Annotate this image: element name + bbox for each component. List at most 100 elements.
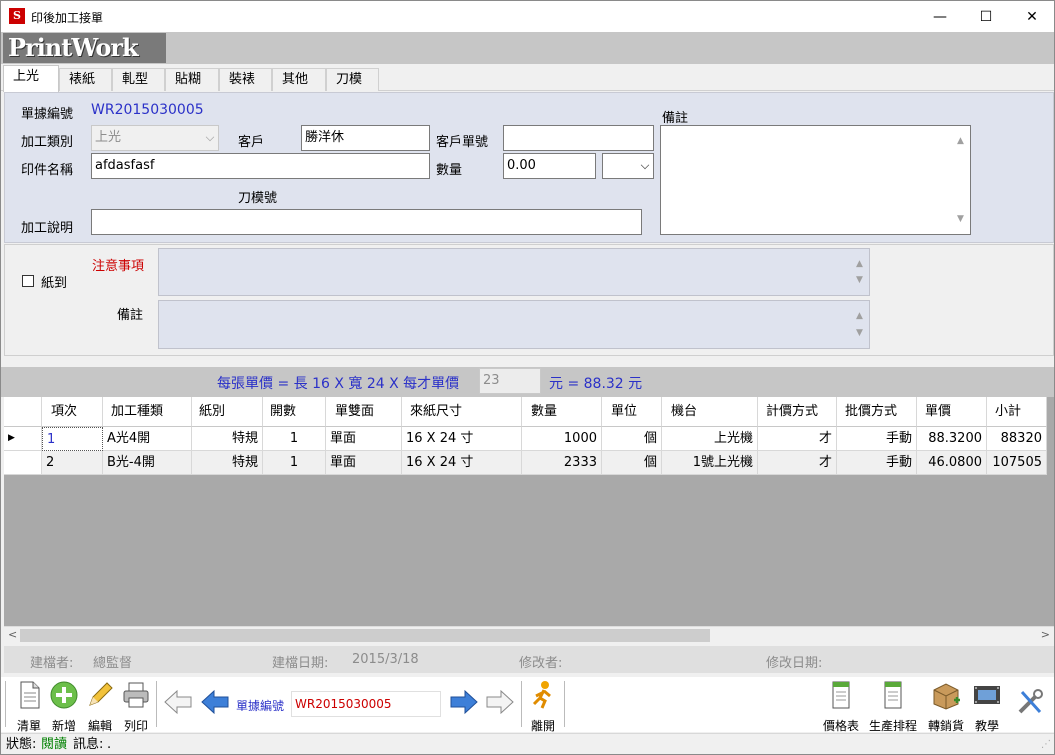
quantity-field[interactable]: 0.00	[503, 153, 596, 179]
customer-field[interactable]: 勝洋休	[301, 125, 430, 151]
grid-cell[interactable]: 個	[602, 451, 662, 475]
grid-cell[interactable]: 特規	[192, 451, 263, 475]
toolbar-separator	[564, 681, 566, 727]
grid-cell[interactable]: 2	[42, 451, 103, 475]
to-sales-label: 轉銷貨	[927, 719, 964, 733]
grid-cell[interactable]: 上光機	[662, 427, 758, 451]
scrollbar-thumb[interactable]	[20, 629, 710, 642]
tab-die-cut[interactable]: 軋型	[112, 68, 165, 91]
customer-label: 客戶	[238, 135, 265, 150]
doc-no-label: 單據編號	[21, 107, 74, 122]
first-record-button[interactable]	[161, 679, 195, 731]
column-header[interactable]: 機台	[662, 397, 758, 427]
process-type-select[interactable]: 上光	[91, 125, 219, 151]
column-header[interactable]: 計價方式	[758, 397, 837, 427]
column-header[interactable]: 單價	[917, 397, 987, 427]
tab-other[interactable]: 其他	[272, 68, 326, 91]
column-header[interactable]: 紙別	[192, 397, 263, 427]
remark-scrollbar[interactable]: ▲ ▼	[953, 126, 970, 234]
exit-button[interactable]: 離開	[525, 679, 561, 733]
grid-horizontal-scrollbar[interactable]: < >	[4, 626, 1054, 643]
scroll-down-icon: ▼	[957, 214, 964, 224]
column-header[interactable]: 來紙尺寸	[402, 397, 522, 427]
column-header[interactable]: 加工種類	[103, 397, 192, 427]
tab-die-mold[interactable]: 刀模	[326, 68, 379, 91]
column-header[interactable]: 數量	[522, 397, 602, 427]
window-title: 印後加工接單	[31, 11, 104, 25]
paper-arrived-checkbox[interactable]	[22, 275, 34, 287]
edit-button[interactable]: 編輯	[82, 679, 118, 733]
grid-cell[interactable]: 特規	[192, 427, 263, 451]
grid-header: 項次 加工種類 紙別 開數 單雙面 來紙尺寸 數量 單位 機台 計價方式 批價方…	[4, 397, 1047, 427]
to-sales-button[interactable]: 轉銷貨	[924, 679, 968, 733]
column-header[interactable]: 小計	[987, 397, 1047, 427]
previous-record-button[interactable]	[198, 679, 232, 731]
row-pointer-icon: ▶	[4, 427, 42, 451]
grid-cell[interactable]: 1號上光機	[662, 451, 758, 475]
scroll-down-icon: ▼	[856, 275, 863, 285]
column-header[interactable]: 項次	[42, 397, 103, 427]
customer-order-field[interactable]	[503, 125, 654, 151]
grid-cell[interactable]: 2333	[522, 451, 602, 475]
grid-cell[interactable]: 才	[758, 427, 837, 451]
schedule-button[interactable]: 生產排程	[866, 679, 920, 733]
price-sheet-icon	[832, 681, 850, 709]
grid-cell[interactable]: B光-4開	[103, 451, 192, 475]
print-button[interactable]: 列印	[118, 679, 154, 733]
grid-cell[interactable]: 1	[263, 427, 326, 451]
grid-cell[interactable]: 88320	[987, 427, 1047, 451]
column-header[interactable]: 開數	[263, 397, 326, 427]
grid-cell[interactable]: 107505	[987, 451, 1047, 475]
column-header[interactable]: 單位	[602, 397, 662, 427]
minimize-button[interactable]: —	[917, 1, 963, 32]
table-row[interactable]: ▶ 1 A光4開 特規 1 單面 16 X 24 寸 1000 個 上光機 才 …	[4, 427, 1047, 451]
price-table-button[interactable]: 價格表	[819, 679, 863, 733]
tab-gluing[interactable]: 貼糊	[165, 68, 219, 91]
tab-binding[interactable]: 裝裱	[219, 68, 272, 91]
grid-cell[interactable]: 1	[263, 451, 326, 475]
tab-mounting[interactable]: 裱紙	[59, 68, 112, 91]
notes-remark-scrollbar[interactable]: ▲ ▼	[852, 301, 869, 348]
grid-cell[interactable]: 1	[42, 427, 103, 451]
grid-cell[interactable]: 單面	[326, 427, 402, 451]
tab-glazing[interactable]: 上光	[3, 65, 59, 92]
table-row[interactable]: 2 B光-4開 特規 1 單面 16 X 24 寸 2333 個 1號上光機 才…	[4, 451, 1047, 475]
remark-textarea[interactable]: ▲ ▼	[660, 125, 971, 235]
maximize-button[interactable]: ☐	[963, 1, 1009, 32]
grid-cell[interactable]: 16 X 24 寸	[402, 427, 522, 451]
attention-scrollbar[interactable]: ▲ ▼	[852, 249, 869, 295]
tools-dropdown-button[interactable]	[1007, 679, 1051, 731]
grid-cell[interactable]: 88.3200	[917, 427, 987, 451]
close-button[interactable]: ✕	[1009, 1, 1054, 32]
created-date-value: 2015/3/18	[352, 652, 419, 667]
column-header[interactable]: 單雙面	[326, 397, 402, 427]
column-header[interactable]: 批價方式	[837, 397, 917, 427]
add-button[interactable]: 新增	[46, 679, 82, 733]
unit-price-field[interactable]: 23	[479, 368, 541, 394]
process-type-label: 加工類別	[21, 135, 74, 150]
next-record-button[interactable]	[447, 679, 481, 731]
grid-cell[interactable]: A光4開	[103, 427, 192, 451]
last-record-button[interactable]	[483, 679, 517, 731]
grid-cell[interactable]: 手動	[837, 451, 917, 475]
list-button[interactable]: 清單	[11, 679, 47, 733]
attention-textarea[interactable]: ▲ ▼	[158, 248, 870, 296]
grid-cell[interactable]: 16 X 24 寸	[402, 451, 522, 475]
print-name-field[interactable]: afdasfasf	[91, 153, 430, 179]
notes-remark-textarea[interactable]: ▲ ▼	[158, 300, 870, 349]
grid-cell[interactable]: 單面	[326, 451, 402, 475]
scroll-left-icon[interactable]: <	[8, 628, 17, 641]
unit-select[interactable]	[602, 153, 654, 179]
running-man-icon	[532, 681, 551, 709]
grid-cell[interactable]: 46.0800	[917, 451, 987, 475]
tutorial-button[interactable]: 教學	[969, 679, 1005, 733]
resize-grip-icon[interactable]: ⋰	[1041, 734, 1051, 754]
doc-no-search-field[interactable]: WR2015030005	[291, 691, 441, 717]
scroll-right-icon[interactable]: >	[1041, 628, 1050, 641]
grid-cell[interactable]: 才	[758, 451, 837, 475]
description-field[interactable]	[91, 209, 642, 235]
grid-cell[interactable]: 手動	[837, 427, 917, 451]
grid-cell[interactable]: 個	[602, 427, 662, 451]
row-selector[interactable]	[4, 451, 42, 475]
grid-cell[interactable]: 1000	[522, 427, 602, 451]
